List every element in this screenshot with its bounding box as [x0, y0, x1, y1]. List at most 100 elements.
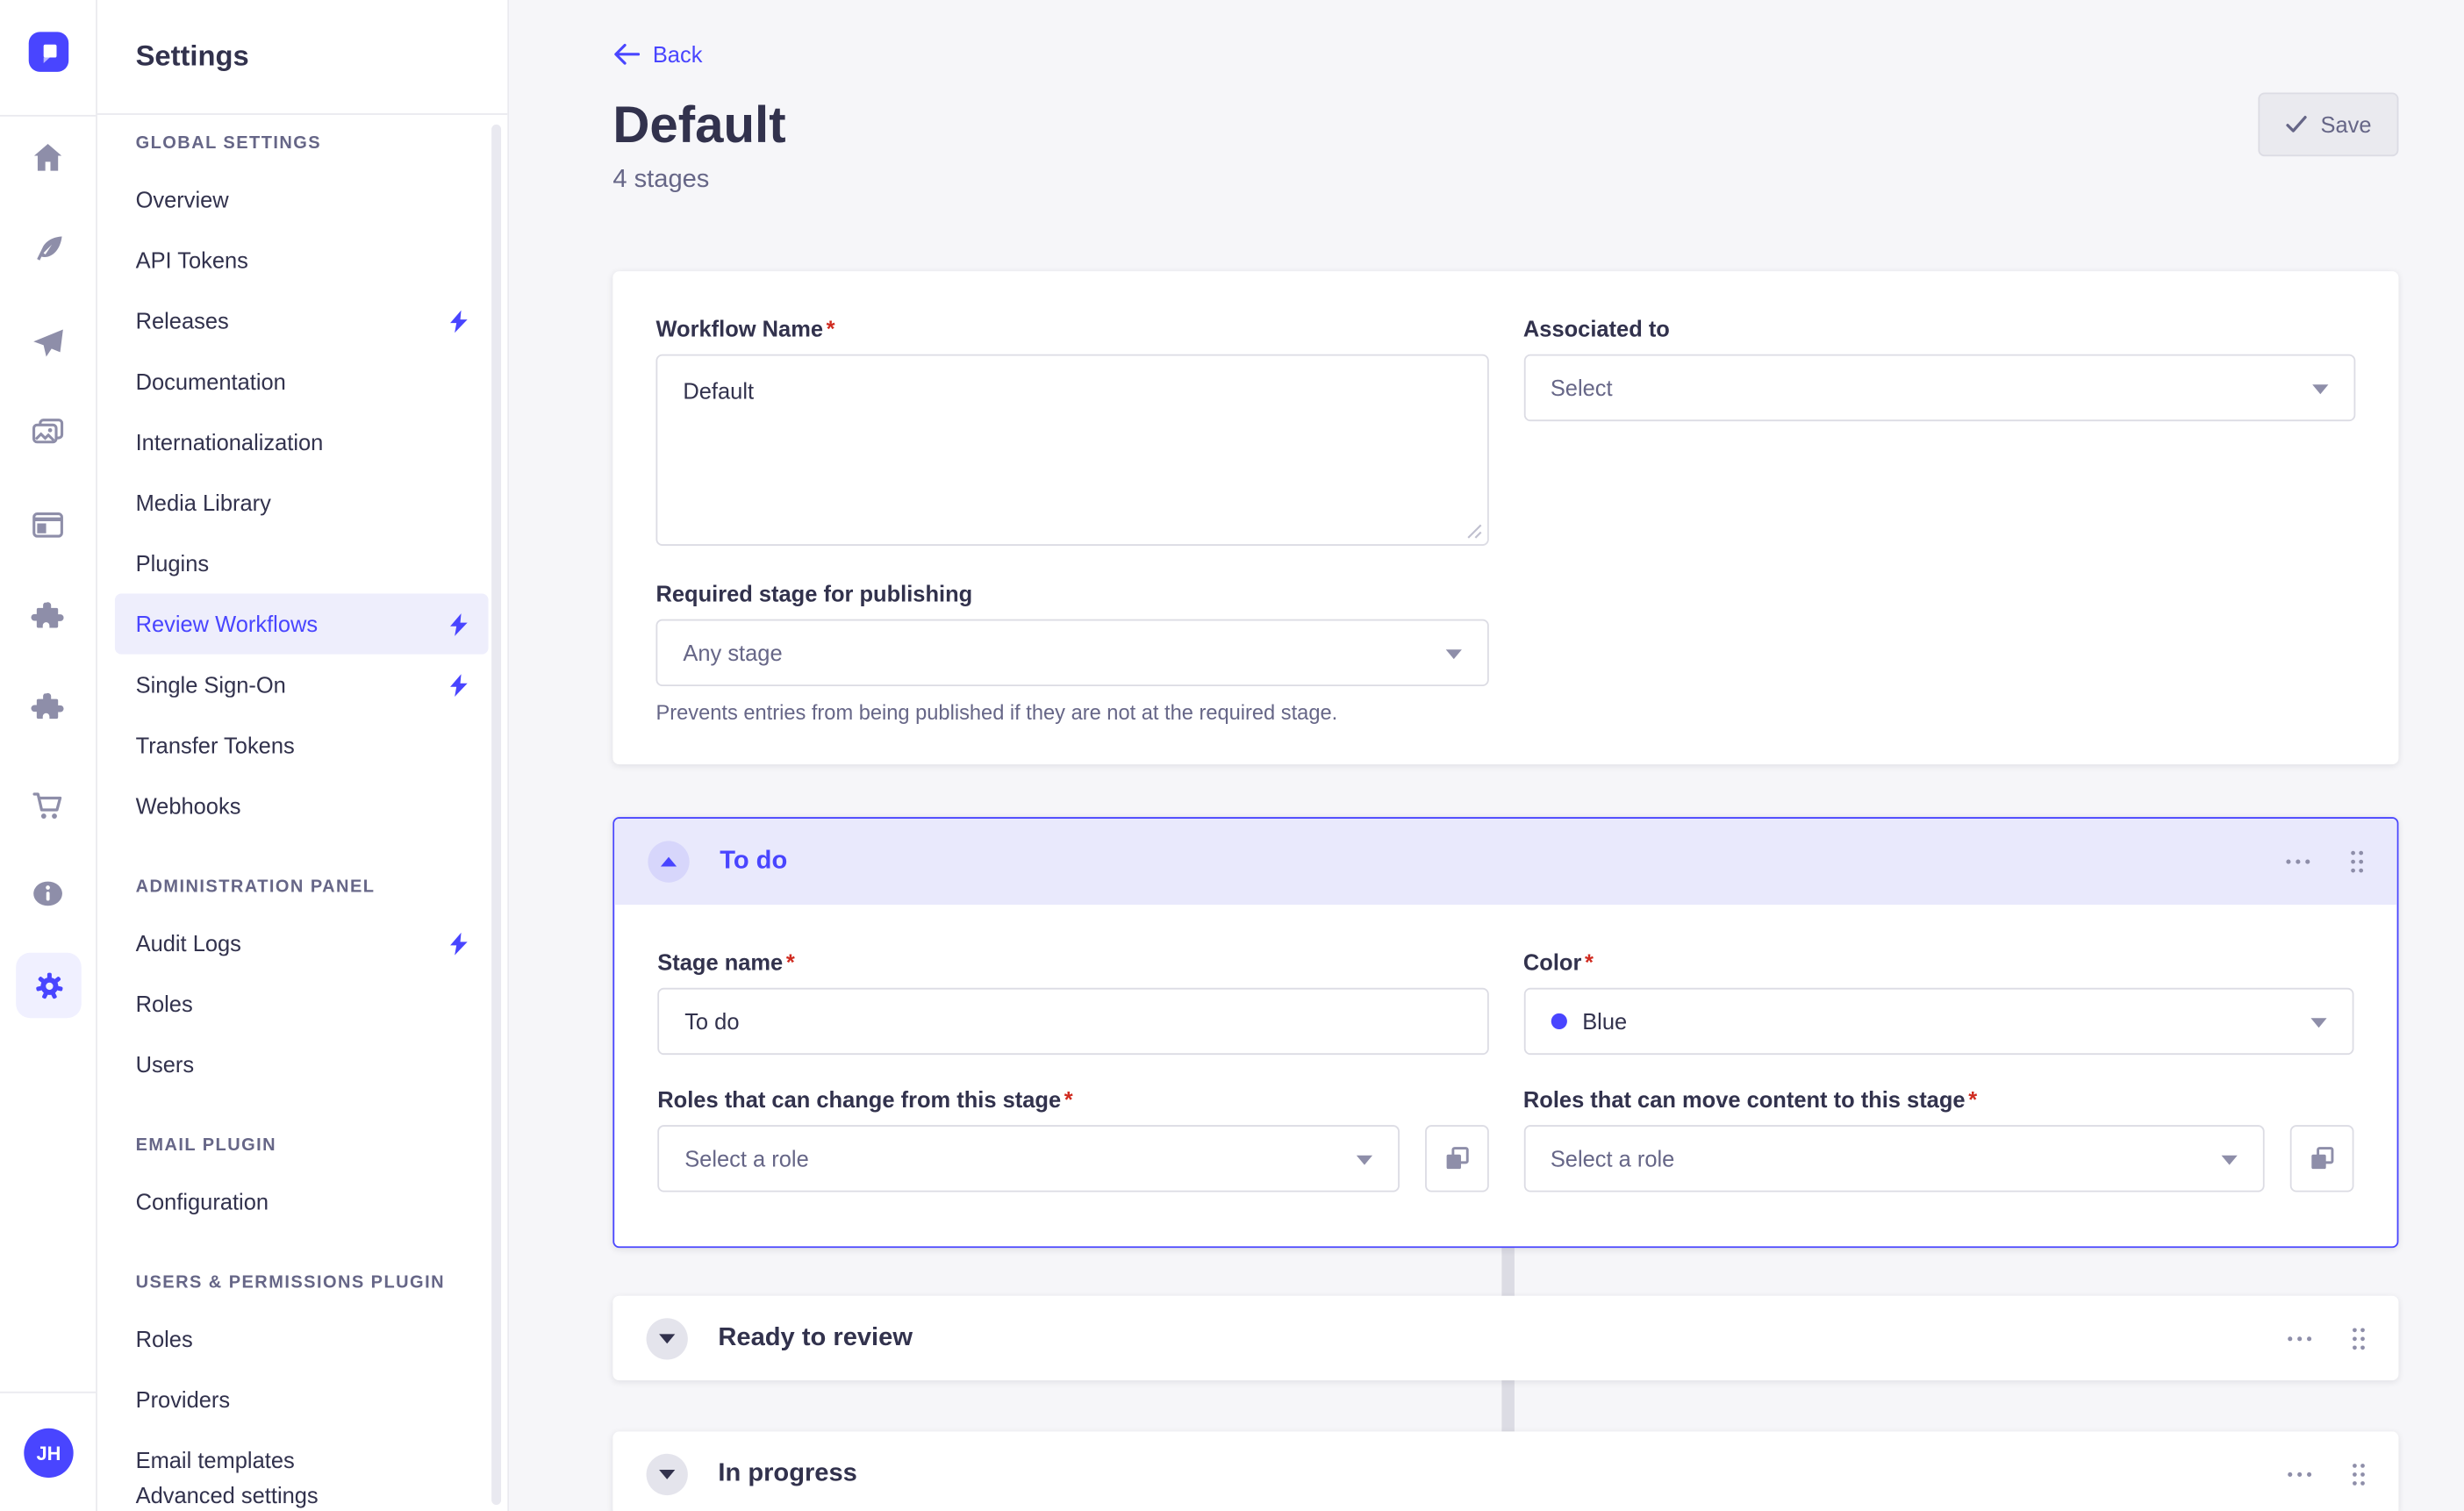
more-dots-icon — [2287, 1335, 2312, 1341]
lightning-icon — [448, 931, 469, 955]
sidebar-item-media-library[interactable]: Media Library — [115, 472, 489, 533]
section-email-plugin: EMAIL PLUGIN Configuration — [115, 1136, 489, 1232]
duplicate-icon — [1442, 1144, 1471, 1173]
main-nav-rail: JH — [0, 0, 97, 1511]
sidebar-item-overview[interactable]: Overview — [115, 169, 489, 230]
roles-change-select[interactable]: Select a role — [657, 1125, 1399, 1192]
caret-up-icon — [661, 857, 677, 867]
page-subtitle: 4 stages — [612, 166, 2398, 195]
rail-divider-bottom — [0, 1392, 96, 1393]
required-stage-select[interactable]: Any stage — [655, 619, 1487, 686]
expand-caret-button[interactable] — [647, 1453, 688, 1494]
stage-drag-handle[interactable] — [2347, 1457, 2369, 1489]
color-swatch-blue — [1551, 1013, 1566, 1029]
strapi-logo[interactable] — [29, 32, 68, 71]
stage-more-button[interactable] — [2283, 1467, 2315, 1480]
stage-card-ready-to-review[interactable]: Ready to review — [612, 1296, 2398, 1380]
avatar[interactable]: JH — [24, 1429, 73, 1478]
sidebar-item-releases[interactable]: Releases — [115, 290, 489, 351]
required-stage-field: Required stage for publishing Any stage … — [655, 581, 1487, 725]
drag-dots-icon — [2351, 1325, 2367, 1350]
sidebar-item-users[interactable]: Users — [115, 1034, 489, 1094]
stage-accordion-header-to-do[interactable]: To do — [614, 819, 2396, 905]
stage-more-button[interactable] — [2283, 1332, 2315, 1345]
roles-move-select[interactable]: Select a role — [1523, 1125, 2265, 1192]
settings-sidebar-header: Settings — [97, 0, 507, 115]
back-arrow-icon — [612, 43, 640, 65]
caret-down-icon — [659, 1469, 675, 1479]
sidebar-item-plugins[interactable]: Plugins — [115, 533, 489, 593]
drag-dots-icon — [2351, 1461, 2367, 1486]
associated-to-label: Associated to — [1523, 316, 2355, 341]
workflow-name-input[interactable]: Default — [657, 356, 1486, 545]
roles-change-label: Roles that can change from this stage* — [657, 1087, 1488, 1113]
check-icon — [2285, 115, 2307, 134]
rail-divider-top — [0, 115, 96, 117]
stage-more-button[interactable] — [2282, 856, 2314, 869]
collapse-caret-button[interactable] — [648, 841, 689, 882]
roles-change-field: Roles that can change from this stage* S… — [657, 1087, 1488, 1192]
sidebar-item-internationalization[interactable]: Internationalization — [115, 412, 489, 472]
stage-name-label: Stage name* — [657, 949, 1488, 975]
home-icon[interactable] — [27, 137, 68, 178]
required-asterisk: * — [827, 316, 835, 341]
required-asterisk: * — [1064, 1087, 1073, 1113]
stage-drag-handle[interactable] — [2346, 846, 2367, 877]
stage-color-select[interactable]: Blue — [1523, 988, 2354, 1055]
settings-sidebar: Settings GLOBAL SETTINGS Overview API To… — [97, 0, 509, 1511]
roles-move-field: Roles that can move content to this stag… — [1523, 1087, 2354, 1192]
gear-icon[interactable] — [16, 953, 82, 1019]
apply-to-all-stages-button[interactable] — [2290, 1125, 2354, 1192]
chevron-down-icon — [1356, 1156, 1372, 1165]
send-icon[interactable] — [27, 322, 68, 363]
puzzle-icon-2[interactable] — [27, 686, 68, 727]
sidebar-item-transfer-tokens[interactable]: Transfer Tokens — [115, 715, 489, 776]
feather-icon[interactable] — [27, 230, 68, 271]
workflow-name-field: Workflow Name* Default — [655, 316, 1487, 546]
expand-caret-button[interactable] — [647, 1317, 688, 1358]
strapi-logo-glyph — [35, 39, 62, 66]
sidebar-item-documentation[interactable]: Documentation — [115, 351, 489, 412]
stage-drag-handle[interactable] — [2347, 1322, 2369, 1354]
sidebar-scrollbar[interactable] — [491, 125, 501, 1505]
puzzle-icon[interactable] — [27, 595, 68, 636]
stage-card-to-do: To do Stage name* — [612, 817, 2398, 1248]
sidebar-item-admin-roles[interactable]: Roles — [115, 973, 489, 1034]
sidebar-item-audit-logs[interactable]: Audit Logs — [115, 913, 489, 973]
sidebar-item-providers[interactable]: Providers — [115, 1369, 489, 1429]
cart-icon[interactable] — [27, 785, 68, 827]
save-button[interactable]: Save — [2259, 92, 2399, 156]
images-icon[interactable] — [27, 412, 68, 453]
section-users-permissions-plugin: USERS & PERMISSIONS PLUGIN Roles Provide… — [115, 1273, 489, 1511]
required-stage-label: Required stage for publishing — [655, 581, 1487, 606]
more-dots-icon — [2285, 858, 2310, 864]
associated-to-field: Associated to Select — [1523, 316, 2355, 546]
layout-icon[interactable] — [27, 505, 68, 546]
duplicate-icon — [2308, 1144, 2337, 1173]
stage-title: Ready to review — [718, 1324, 913, 1353]
section-label: USERS & PERMISSIONS PLUGIN — [136, 1273, 489, 1293]
required-asterisk: * — [1968, 1087, 1977, 1113]
sidebar-item-webhooks[interactable]: Webhooks — [115, 776, 489, 836]
sidebar-item-email-configuration[interactable]: Configuration — [115, 1171, 489, 1232]
section-administration-panel: ADMINISTRATION PANEL Audit Logs Roles Us… — [115, 877, 489, 1094]
info-icon[interactable] — [27, 873, 68, 914]
stage-title: In progress — [718, 1459, 856, 1488]
drag-dots-icon — [2349, 849, 2365, 875]
apply-to-all-stages-button[interactable] — [1424, 1125, 1488, 1192]
back-link[interactable]: Back — [612, 41, 702, 67]
stage-color-label: Color* — [1523, 949, 2354, 975]
stage-card-in-progress[interactable]: In progress — [612, 1431, 2398, 1511]
sidebar-item-api-tokens[interactable]: API Tokens — [115, 230, 489, 290]
sidebar-item-single-sign-on[interactable]: Single Sign-On — [115, 655, 489, 715]
sidebar-item-up-roles[interactable]: Roles — [115, 1308, 489, 1369]
stage-name-input[interactable] — [657, 988, 1488, 1055]
chevron-down-icon — [1445, 649, 1461, 659]
sidebar-item-review-workflows[interactable]: Review Workflows — [115, 594, 489, 655]
stage-name-field: Stage name* — [657, 949, 1488, 1055]
lightning-icon — [448, 612, 469, 635]
app-window: JH Settings GLOBAL SETTINGS Overview API… — [0, 0, 2464, 1511]
section-label: ADMINISTRATION PANEL — [136, 877, 489, 897]
required-stage-hint: Prevents entries from being published if… — [655, 700, 1487, 724]
associated-to-select[interactable]: Select — [1523, 354, 2355, 421]
